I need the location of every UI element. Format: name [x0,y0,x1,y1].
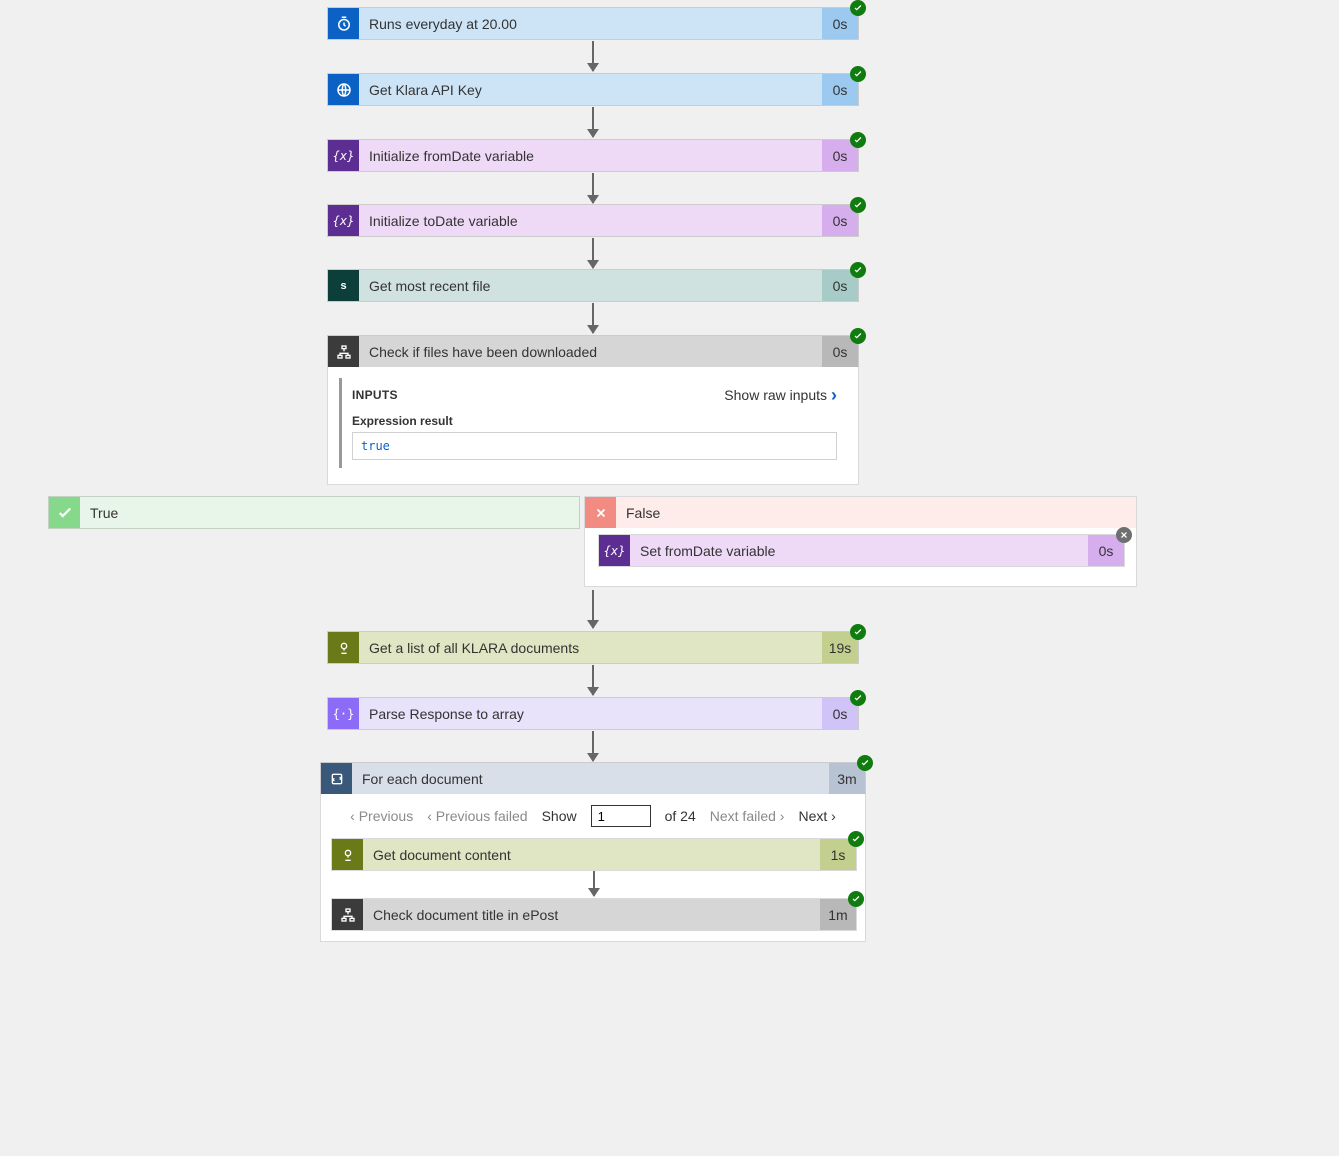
connector-arrow [592,107,594,137]
branch-true-label: True [80,497,579,528]
step-title: Runs everyday at 20.00 [359,8,822,39]
success-badge-icon [850,66,866,82]
step-init-todate[interactable]: {x} Initialize toDate variable 0s [327,204,859,237]
success-badge-icon [848,891,864,907]
skipped-badge-icon [1116,527,1132,543]
foreach-body: ‹ Previous ‹ Previous failed Show of 24 … [320,794,866,942]
clock-icon [328,8,359,39]
connector-arrow [592,731,594,761]
chevron-left-icon: ‹ [350,808,355,824]
step-init-fromdate[interactable]: {x} Initialize fromDate variable 0s [327,139,859,172]
step-title: Get most recent file [359,270,822,301]
success-badge-icon [850,0,866,16]
condition-details-card: INPUTS Show raw inputs › Expression resu… [327,367,859,485]
step-title: Initialize fromDate variable [359,140,822,171]
loop-icon [321,763,352,794]
step-title: Check if files have been downloaded [359,336,822,367]
step-set-fromdate[interactable]: {x} Set fromDate variable 0s [598,534,1125,567]
chevron-right-icon: › [831,386,837,404]
show-raw-inputs-link[interactable]: Show raw inputs › [724,386,837,404]
connector-arrow [592,173,594,203]
step-get-document-content[interactable]: Get document content 1s [331,838,857,871]
step-title: Check document title in ePost [363,899,820,930]
check-icon [49,497,80,528]
http-swagger-icon [328,632,359,663]
success-badge-icon [850,197,866,213]
success-badge-icon [848,831,864,847]
success-badge-icon [857,755,873,771]
flow-canvas: Runs everyday at 20.00 0s Get Klara API … [0,0,1339,1156]
step-condition-check-files[interactable]: Check if files have been downloaded 0s [327,335,859,368]
connector-arrow [592,303,594,333]
step-parse-response[interactable]: {·} Parse Response to array 0s [327,697,859,730]
connector-arrow [593,871,595,896]
pager-previous[interactable]: ‹ Previous [350,808,413,824]
parse-json-icon: {·} [328,698,359,729]
variable-icon: {x} [328,140,359,171]
chevron-left-icon: ‹ [427,808,432,824]
step-title: Initialize toDate variable [359,205,822,236]
step-title: Parse Response to array [359,698,822,729]
branch-true[interactable]: True [48,496,580,529]
http-icon [328,74,359,105]
step-trigger[interactable]: Runs everyday at 20.00 0s [327,7,859,40]
http-swagger-icon [332,839,363,870]
connector-arrow [592,590,594,628]
pager-show-label: Show [542,808,577,824]
sharepoint-icon: s [328,270,359,301]
connector-arrow [592,665,594,695]
step-get-api-key[interactable]: Get Klara API Key 0s [327,73,859,106]
iteration-pager: ‹ Previous ‹ Previous failed Show of 24 … [321,794,865,838]
connector-arrow [592,41,594,71]
pager-previous-failed[interactable]: ‹ Previous failed [427,808,527,824]
cross-icon [585,497,616,528]
expression-result-value: true [352,432,837,460]
pager-index-input[interactable] [591,805,651,827]
step-title: Get a list of all KLARA documents [359,632,822,663]
chevron-right-icon: › [780,808,785,824]
branch-false[interactable]: False {x} Set fromDate variable 0s [584,496,1137,587]
step-title: For each document [352,763,829,794]
step-get-recent-file[interactable]: s Get most recent file 0s [327,269,859,302]
success-badge-icon [850,624,866,640]
success-badge-icon [850,690,866,706]
pager-next-failed[interactable]: Next failed › [710,808,785,824]
connector-arrow [592,238,594,268]
step-title: Get Klara API Key [359,74,822,105]
step-title: Set fromDate variable [630,535,1088,566]
step-check-document-title[interactable]: Check document title in ePost 1m [331,898,857,931]
success-badge-icon [850,132,866,148]
success-badge-icon [850,262,866,278]
inputs-heading: INPUTS [352,388,398,402]
step-list-klara-documents[interactable]: Get a list of all KLARA documents 19s [327,631,859,664]
chevron-right-icon: › [831,808,836,824]
pager-next[interactable]: Next › [798,808,835,824]
show-raw-inputs-label: Show raw inputs [724,387,827,403]
condition-icon [332,899,363,930]
inputs-panel: INPUTS Show raw inputs › Expression resu… [339,378,847,468]
condition-icon [328,336,359,367]
success-badge-icon [850,328,866,344]
pager-of-label: of 24 [665,808,696,824]
step-title: Get document content [363,839,820,870]
variable-icon: {x} [328,205,359,236]
variable-icon: {x} [599,535,630,566]
expression-result-label: Expression result [352,414,837,428]
branch-false-label: False [616,497,1136,528]
step-foreach-document[interactable]: For each document 3m [320,762,866,795]
